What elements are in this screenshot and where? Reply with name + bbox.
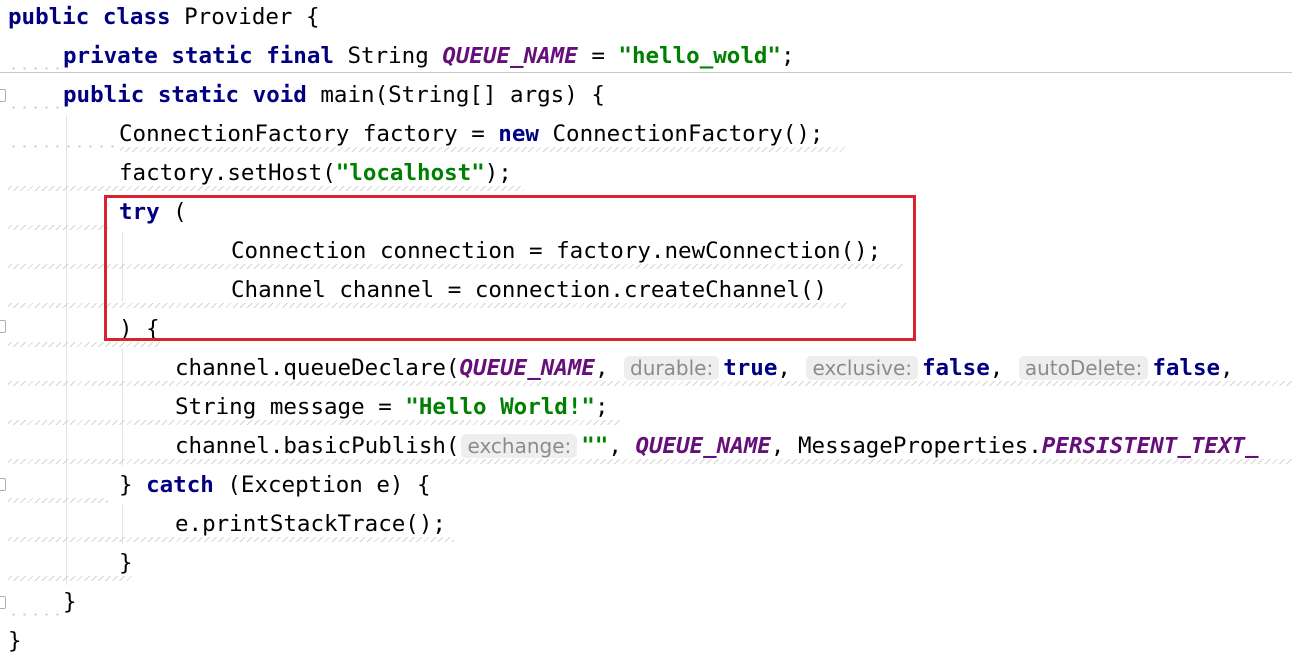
whitespace-dots — [8, 613, 60, 616]
code-line: channel.basicPublish(exchange: "", QUEUE_… — [0, 429, 1292, 468]
code-line: } catch (Exception e) { — [0, 468, 1292, 507]
code-line: private static final String QUEUE_NAME =… — [0, 39, 1292, 78]
code-line: String message = "Hello World!"; — [0, 390, 1292, 429]
parameter-hint: exclusive: — [806, 356, 919, 380]
warning-underline — [8, 576, 134, 581]
string-literal: "hello_wold" — [618, 43, 781, 69]
parameter-hint: durable: — [624, 356, 720, 380]
code-line: ConnectionFactory factory = new Connecti… — [0, 117, 1292, 156]
whitespace-dots — [8, 67, 60, 70]
keyword: public — [8, 4, 90, 30]
whitespace-dots — [8, 145, 114, 148]
warning-underline — [8, 498, 108, 503]
code-line: factory.setHost("localhost"); — [0, 156, 1292, 195]
highlight-box — [104, 195, 916, 341]
parameter-hint: autoDelete: — [1018, 356, 1149, 380]
whitespace-dots — [8, 106, 60, 109]
code-line: } — [8, 628, 22, 654]
code-line: e.printStackTrace(); — [0, 507, 1292, 546]
class-name: Provider { — [170, 4, 320, 30]
code-line: } — [0, 585, 1292, 624]
code-editor[interactable]: public class Provider { private static f… — [0, 0, 1292, 655]
keyword: class — [102, 4, 171, 30]
parameter-hint: exchange: — [461, 434, 578, 458]
constant: QUEUE_NAME — [442, 43, 578, 69]
warning-underline — [8, 225, 108, 230]
code-line: channel.queueDeclare(QUEUE_NAME, durable… — [0, 351, 1292, 390]
code-line: public class Provider { — [0, 0, 1292, 39]
code-line: public static void main(String[] args) { — [0, 78, 1292, 117]
code-line: } — [0, 546, 1292, 585]
